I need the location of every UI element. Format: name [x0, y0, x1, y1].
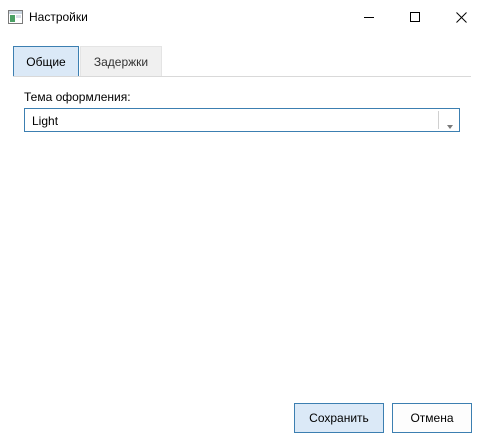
minimize-icon	[364, 12, 374, 22]
save-button[interactable]: Сохранить	[294, 403, 384, 433]
dropdown-separator	[438, 111, 439, 129]
tab-general[interactable]: Общие	[13, 46, 79, 76]
settings-window-icon	[8, 10, 23, 24]
maximize-icon	[410, 12, 420, 22]
close-icon	[455, 11, 467, 23]
close-button[interactable]	[438, 0, 484, 34]
maximize-button[interactable]	[392, 0, 438, 34]
theme-select-value: Light	[32, 114, 59, 128]
theme-label: Тема оформления:	[24, 90, 131, 104]
tab-delays[interactable]: Задержки	[80, 46, 162, 76]
window-title: Настройки	[29, 10, 88, 24]
title-bar[interactable]: Настройки	[0, 0, 484, 34]
theme-select[interactable]: Light	[24, 108, 460, 132]
chevron-down-icon[interactable]	[447, 118, 453, 129]
cancel-button[interactable]: Отмена	[392, 403, 472, 433]
tab-divider	[13, 76, 471, 77]
minimize-button[interactable]	[346, 0, 392, 34]
